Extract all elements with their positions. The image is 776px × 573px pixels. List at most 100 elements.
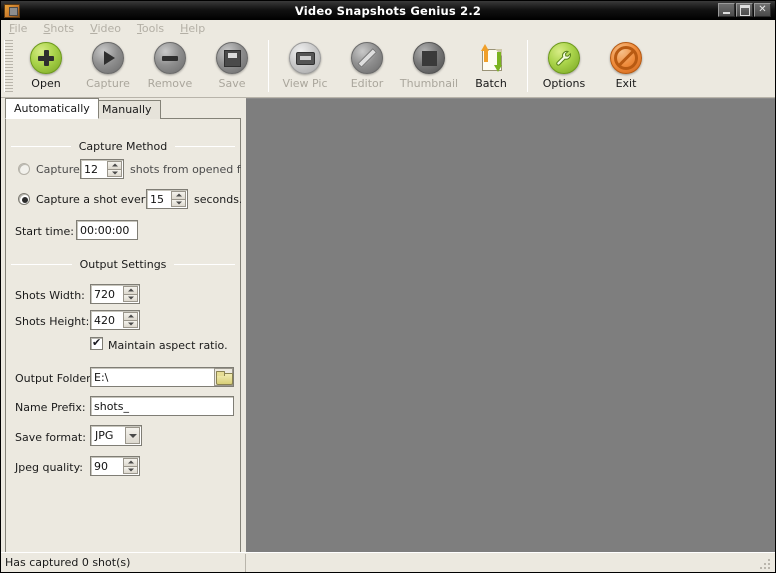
spinner-interval-down[interactable]	[171, 199, 186, 207]
toolbar-button-save[interactable]: Save	[201, 38, 263, 94]
toolbar-drag-grip[interactable]	[4, 40, 13, 92]
spinner-shot-count-down[interactable]	[107, 169, 122, 177]
window-controls: ✕	[718, 3, 772, 17]
spinner-shot-count-up[interactable]	[107, 161, 122, 170]
spinner-shots-height-down[interactable]	[123, 320, 138, 328]
minimize-button[interactable]	[718, 3, 735, 17]
monitor-circle-icon	[289, 42, 321, 74]
label-jpeg-quality: Jpeg quality:	[15, 461, 84, 474]
toolbar-label-view-pic: View Pic	[282, 77, 328, 90]
spinner-shots-height-value: 420	[94, 313, 115, 327]
floppy-disk-icon	[216, 42, 248, 74]
toolbar-group-file: Open Capture Remove Save	[15, 38, 263, 96]
menu-item-video[interactable]: Video	[82, 21, 129, 36]
toolbar-button-view-pic[interactable]: View Pic	[274, 38, 336, 94]
grid-circle-icon	[413, 42, 445, 74]
pencil-circle-icon	[351, 42, 383, 74]
toolbar-button-capture[interactable]: Capture	[77, 38, 139, 94]
spinner-interval-seconds-value: 15	[150, 192, 164, 206]
toolbar-group-app: Options Exit	[533, 38, 657, 96]
menu-item-tools[interactable]: Tools	[129, 21, 172, 36]
spinner-shot-count-value: 12	[84, 162, 98, 176]
toolbar-separator-1	[268, 40, 269, 92]
save-format-select[interactable]: JPG	[90, 425, 142, 446]
spinner-shots-height[interactable]: 420	[90, 310, 140, 330]
radio-capture-interval[interactable]	[18, 193, 30, 205]
toolbar-button-batch[interactable]: Batch	[460, 38, 522, 94]
batch-arrows-icon	[475, 42, 507, 74]
menu-item-help[interactable]: Help	[172, 21, 213, 36]
toolbar-label-batch: Batch	[475, 77, 507, 90]
spinner-jpeg-quality[interactable]: 90	[90, 456, 140, 476]
close-icon: ✕	[758, 4, 767, 15]
toolbar-label-options: Options	[542, 77, 586, 90]
spinner-shots-width-down[interactable]	[123, 294, 138, 302]
checkbox-maintain-aspect-ratio[interactable]	[90, 336, 103, 350]
resize-grip-icon[interactable]	[759, 558, 773, 572]
label-capture-interval-suffix: seconds.	[194, 193, 241, 206]
status-message: Has captured 0 shot(s)	[1, 553, 246, 572]
toolbar-label-remove: Remove	[147, 77, 193, 90]
folder-icon	[216, 371, 233, 385]
settings-panel: Automatically Manually Capture Method Ca…	[1, 98, 241, 554]
toolbar: Open Capture Remove Save View Pic Editor…	[1, 38, 775, 98]
chevron-down-icon[interactable]	[125, 427, 140, 444]
spinner-shots-width-value: 720	[94, 287, 115, 301]
toolbar-group-view: View Pic Editor Thumbnail Batch	[274, 38, 522, 96]
status-secondary	[246, 554, 759, 572]
label-shots-height: Shots Height:	[15, 315, 90, 328]
toolbar-button-open[interactable]: Open	[15, 38, 77, 94]
status-bar: Has captured 0 shot(s)	[1, 552, 775, 572]
name-prefix-input[interactable]: shots_	[90, 396, 234, 416]
application-window: Video Snapshots Genius 2.2 ✕ File Shots …	[0, 0, 776, 573]
output-folder-input[interactable]: E:\	[90, 367, 234, 387]
toolbar-button-options[interactable]: Options	[533, 38, 595, 94]
toolbar-label-save: Save	[218, 77, 246, 90]
toolbar-button-exit[interactable]: Exit	[595, 38, 657, 94]
app-icon	[4, 3, 20, 18]
toolbar-button-editor[interactable]: Editor	[336, 38, 398, 94]
tab-strip: Automatically Manually	[5, 98, 241, 119]
plus-circle-icon	[30, 42, 62, 74]
video-preview-area[interactable]	[246, 98, 775, 554]
tab-automatically[interactable]: Automatically	[5, 98, 99, 119]
section-title-capture-method: Capture Method	[78, 139, 168, 153]
radio-capture-count[interactable]	[18, 163, 30, 175]
label-output-folder: Output Folder:	[15, 372, 95, 385]
label-shots-width: Shots Width:	[15, 289, 85, 302]
label-capture-count-suffix: shots from opened file.	[130, 163, 241, 176]
save-format-value: JPG	[95, 429, 114, 442]
spinner-jpeg-quality-value: 90	[94, 459, 108, 473]
tab-manually[interactable]: Manually	[93, 100, 161, 119]
close-button[interactable]: ✕	[754, 3, 771, 17]
label-save-format: Save format:	[15, 431, 86, 444]
wrench-circle-icon	[548, 42, 580, 74]
play-circle-icon	[92, 42, 124, 74]
browse-folder-button[interactable]	[214, 368, 233, 386]
no-entry-circle-icon	[610, 42, 642, 74]
label-capture-interval-prefix: Capture a shot every	[36, 193, 152, 206]
section-title-output-settings: Output Settings	[79, 257, 167, 271]
menu-item-file[interactable]: File	[1, 21, 35, 36]
spinner-jpeg-quality-up[interactable]	[123, 458, 138, 467]
toolbar-button-remove[interactable]: Remove	[139, 38, 201, 94]
spinner-jpeg-quality-down[interactable]	[123, 466, 138, 474]
section-header-capture-method: Capture Method	[11, 139, 235, 153]
spinner-interval-seconds[interactable]: 15	[146, 189, 188, 209]
wrench-glyph	[556, 50, 571, 66]
spinner-shot-count[interactable]: 12	[80, 159, 124, 179]
spinner-interval-up[interactable]	[171, 191, 186, 200]
spinner-shots-width-up[interactable]	[123, 286, 138, 295]
menu-item-shots[interactable]: Shots	[35, 21, 82, 36]
toolbar-label-editor: Editor	[350, 77, 384, 90]
tab-page-automatically: Capture Method Capture 12 shots from ope…	[5, 119, 241, 553]
maximize-button[interactable]	[736, 3, 753, 17]
minus-circle-icon	[154, 42, 186, 74]
toolbar-button-thumbnail[interactable]: Thumbnail	[398, 38, 460, 94]
window-title: Video Snapshots Genius 2.2	[294, 3, 482, 18]
spinner-shots-width[interactable]: 720	[90, 284, 140, 304]
start-time-input[interactable]: 00:00:00	[76, 220, 138, 240]
toolbar-label-open: Open	[31, 77, 61, 90]
spinner-shots-height-up[interactable]	[123, 312, 138, 321]
output-folder-value: E:\	[94, 370, 109, 384]
